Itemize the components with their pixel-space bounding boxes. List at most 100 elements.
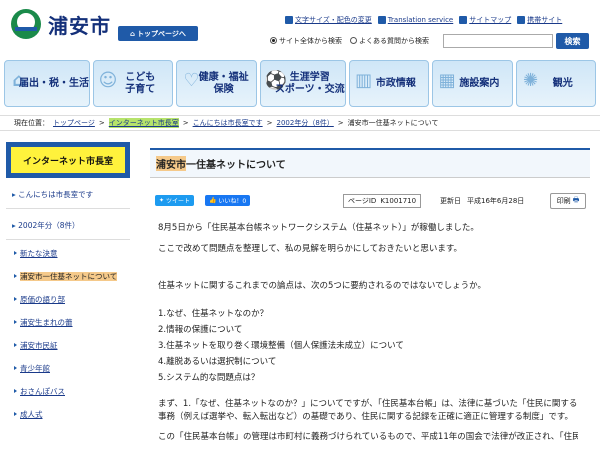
- title-highlight: 浦安市: [156, 156, 186, 171]
- scope-site-radio[interactable]: サイト全体から検索: [270, 36, 342, 46]
- sidebar-link[interactable]: 成人式: [20, 410, 43, 419]
- page-id-label: ページID: [348, 197, 377, 205]
- breadcrumb-top[interactable]: トップページ: [53, 118, 95, 128]
- sidebar-link[interactable]: 浦安市民証: [20, 341, 58, 350]
- scope-site-label: サイト全体から検索: [279, 37, 342, 45]
- breadcrumb-sep: >: [337, 119, 344, 127]
- nav-label: 施設案内: [459, 77, 500, 89]
- global-nav: ⌂ 届出・税・生活 ☺ こども 子育て ♡ 健康・福祉 保険 ⚽ 生涯学習 スポーツ・交…: [4, 60, 596, 107]
- printer-icon: 🖶: [572, 195, 580, 204]
- sidebar-item-citizen-card: 浦安市民証: [6, 332, 130, 355]
- utility-links: 文字サイズ・配色の変更 Translation service サイトマップ 携…: [285, 15, 562, 25]
- mobile-site-label: 携帯サイト: [527, 16, 563, 24]
- home-icon: ⌂: [130, 29, 136, 38]
- font-size-link[interactable]: 文字サイズ・配色の変更: [285, 15, 372, 25]
- font-icon: [285, 16, 293, 24]
- sidebar-title[interactable]: インターネット市長室: [11, 147, 125, 173]
- mobile-site-link[interactable]: 携帯サイト: [517, 15, 562, 25]
- sidebar-link[interactable]: 新たな決意: [20, 249, 58, 258]
- sidebar-item-2002: 2002年分（8件）: [6, 209, 130, 240]
- nav-facilities[interactable]: ▦ 施設案内: [432, 60, 513, 107]
- sitemap-link[interactable]: サイトマップ: [459, 15, 511, 25]
- sidebar: インターネット市長室 こんにちは市長室です 2002年分（8件） 新たな決意 浦…: [6, 142, 130, 424]
- sidebar-link[interactable]: おさんぽバス: [20, 387, 65, 396]
- nav-label: こども 子育て: [125, 72, 156, 95]
- nav-label: 市政情報: [375, 77, 416, 89]
- sidebar-link[interactable]: 原価の語り部: [20, 295, 65, 304]
- sidebar-item-youth: 青少年館: [6, 355, 130, 378]
- sidebar-item-bus: おさんぽバス: [6, 378, 130, 401]
- ferris-wheel-icon: ✺: [523, 70, 539, 91]
- search-scope: サイト全体から検索 よくある質問から検索: [270, 36, 429, 46]
- nav-learning[interactable]: ⚽ 生涯学習 スポーツ・交流: [259, 60, 346, 107]
- updated-date: 更新日 平成16年6月28日: [440, 196, 524, 206]
- radio-unchecked-icon: [350, 37, 357, 44]
- title-text: 一住基ネットについて: [186, 160, 286, 171]
- scope-faq-label: よくある質問から検索: [359, 37, 429, 45]
- nav-label: 届出・税・生活: [19, 77, 89, 89]
- nav-living[interactable]: ⌂ 届出・税・生活: [4, 60, 90, 107]
- sidebar-item-storyteller: 原価の語り部: [6, 286, 130, 309]
- scope-faq-radio[interactable]: よくある質問から検索: [350, 36, 429, 46]
- sidebar-link[interactable]: こんにちは市長室です: [18, 190, 93, 199]
- page-title: 浦安市 一住基ネットについて: [150, 148, 590, 178]
- paragraph: この「住民基本台帳」の管理は市町村に義務づけられているもので、平成11年の国会で…: [158, 431, 578, 442]
- paragraph-list: 1.なぜ、住基ネットなのか？ 2.情報の保護について 3.住基ネットを取り巻く環…: [158, 308, 404, 384]
- translation-label: Translation service: [387, 16, 454, 24]
- paragraph: 8月5日から「住民基本台帳ネットワークシステム（住基ネット）」が稼働しました。: [158, 223, 479, 233]
- breadcrumb-2002[interactable]: 2002年分（8件）: [277, 118, 334, 128]
- nav-health[interactable]: ♡ 健康・福祉 保険: [176, 60, 257, 107]
- breadcrumb-prefix: 現在位置：: [14, 119, 49, 127]
- sidebar-list: こんにちは市長室です 2002年分（8件） 新たな決意 浦安市一住基ネットについ…: [6, 178, 130, 424]
- radio-checked-icon: [270, 37, 277, 44]
- site-name[interactable]: 浦安市: [48, 10, 111, 39]
- article-body: 8月5日から「住民基本台帳ネットワークシステム（住基ネット）」が稼働しました。 …: [158, 222, 578, 444]
- nav-tourism[interactable]: ✺ 観光: [515, 60, 596, 107]
- sidebar-current: 浦安市一住基ネットについて: [20, 272, 118, 281]
- mobile-icon: [517, 16, 526, 24]
- print-label: 印刷: [556, 197, 571, 205]
- sidebar-link[interactable]: 青少年館: [20, 364, 50, 373]
- sidebar-link[interactable]: 2002年分（8件）: [18, 221, 79, 230]
- paragraph: まず、1.「なぜ、住基ネットなのか？」についてですが、「住民基本台帳」は、法律に…: [158, 399, 578, 423]
- thumbs-up-icon: 👍: [209, 197, 217, 204]
- breadcrumb-sep: >: [98, 119, 105, 127]
- breadcrumb: 現在位置： トップページ > インターネット市長室 > こんにちは市長室です > 20…: [0, 115, 600, 131]
- sidebar-item-hello: こんにちは市長室です: [6, 178, 130, 209]
- sitemap-label: サイトマップ: [469, 16, 512, 24]
- breadcrumb-mayor-room[interactable]: インターネット市長室: [108, 118, 179, 128]
- sitemap-icon: [459, 16, 468, 24]
- tweet-button[interactable]: ✦ ツイート: [155, 195, 194, 206]
- breadcrumb-hello[interactable]: こんにちは市長室です: [193, 118, 263, 128]
- updated-value: 平成16年6月28日: [467, 197, 525, 205]
- page-meta: ✦ ツイート 👍 いいね！0 ページID K1001710 更新日 平成16年6月2…: [150, 193, 590, 211]
- search-input[interactable]: [443, 34, 553, 48]
- tweet-label: ツイート: [165, 198, 190, 205]
- sidebar-link[interactable]: 浦安生まれの蕾: [20, 318, 73, 327]
- font-size-label: 文字サイズ・配色の変更: [295, 16, 372, 24]
- like-button[interactable]: 👍 いいね！0: [205, 195, 251, 206]
- breadcrumb-sep: >: [182, 119, 189, 127]
- nav-city-info[interactable]: ▥ 市政情報: [348, 60, 430, 107]
- breadcrumb-current: 浦安市一住基ネットについて: [347, 119, 439, 127]
- page-id-value: K1001710: [380, 197, 417, 205]
- paragraph: ここで改めて問題点を整理して、私の見解を明らかにしておきたいと思います。: [158, 244, 462, 255]
- nav-children[interactable]: ☺ こども 子育て: [93, 60, 174, 107]
- city-logo[interactable]: [10, 8, 42, 40]
- search-button[interactable]: 検索: [556, 33, 589, 49]
- sidebar-item-juki: 浦安市一住基ネットについて: [6, 263, 130, 286]
- top-page-button[interactable]: ⌂ トップページへ: [118, 26, 198, 41]
- sidebar-item-resolution: 新たな決意: [6, 240, 130, 263]
- top-page-label: トップページへ: [137, 29, 186, 38]
- translation-link[interactable]: Translation service: [377, 15, 454, 25]
- nav-label: 生涯学習 スポーツ・交流: [274, 72, 345, 95]
- main-content: 浦安市 一住基ネットについて ✦ ツイート 👍 いいね！0 ページID K10017…: [150, 148, 590, 442]
- twitter-icon: ✦: [159, 197, 165, 204]
- print-button[interactable]: 印刷 🖶: [550, 193, 586, 209]
- sidebar-title-box: インターネット市長室: [6, 142, 130, 178]
- nav-label: 観光: [552, 77, 573, 89]
- site-header: 浦安市 ⌂ トップページへ 文字サイズ・配色の変更 Translation ser…: [0, 0, 600, 56]
- nav-label: 健康・福祉 保険: [198, 72, 249, 95]
- sidebar-item-coming-of-age: 成人式: [6, 401, 130, 424]
- page-id-box: ページID K1001710: [343, 194, 422, 208]
